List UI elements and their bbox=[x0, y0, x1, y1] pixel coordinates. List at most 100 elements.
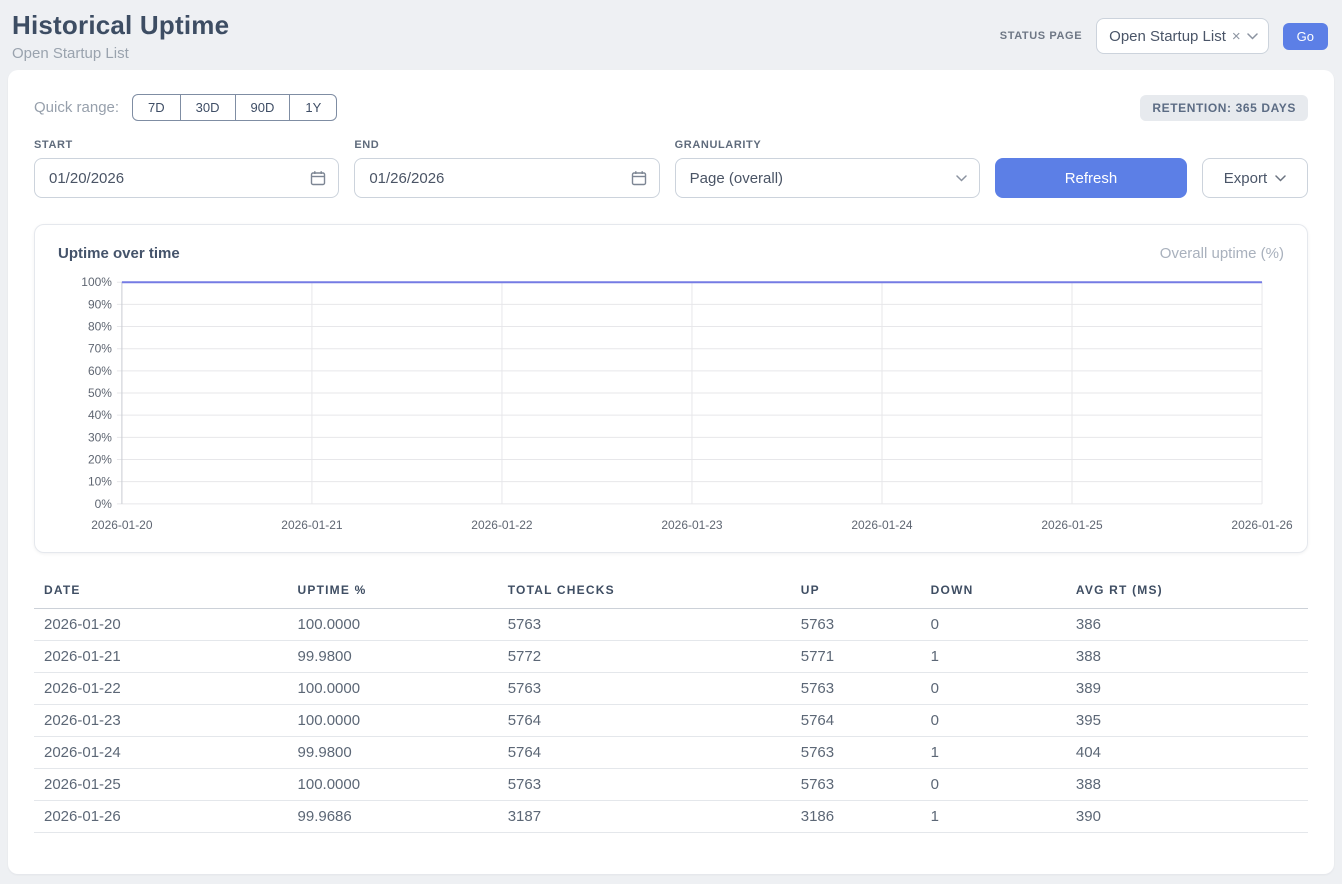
title-block: Historical Uptime Open Startup List bbox=[12, 10, 229, 62]
table-row: 2026-01-23100.0000576457640395 bbox=[34, 705, 1308, 737]
column-header-date: DATE bbox=[34, 577, 288, 609]
svg-text:2026-01-24: 2026-01-24 bbox=[851, 518, 913, 532]
table-cell: 5772 bbox=[498, 641, 791, 673]
table-cell: 404 bbox=[1066, 737, 1308, 769]
start-date-input[interactable]: 01/20/2026 bbox=[34, 158, 339, 198]
calendar-icon[interactable] bbox=[631, 170, 647, 186]
table-cell: 395 bbox=[1066, 705, 1308, 737]
quick-range-7d-button[interactable]: 7D bbox=[132, 94, 181, 121]
table-cell: 390 bbox=[1066, 801, 1308, 833]
table-cell: 5771 bbox=[791, 641, 921, 673]
clear-icon[interactable]: × bbox=[1232, 28, 1241, 45]
svg-text:2026-01-25: 2026-01-25 bbox=[1041, 518, 1103, 532]
table-row: 2026-01-2199.9800577257711388 bbox=[34, 641, 1308, 673]
column-header-total-checks: TOTAL CHECKS bbox=[498, 577, 791, 609]
table-row: 2026-01-2499.9800576457631404 bbox=[34, 737, 1308, 769]
svg-text:30%: 30% bbox=[88, 430, 112, 444]
svg-text:50%: 50% bbox=[88, 386, 112, 400]
table-cell: 2026-01-25 bbox=[34, 769, 288, 801]
granularity-value: Page (overall) bbox=[690, 170, 956, 187]
table-cell: 99.9800 bbox=[288, 641, 498, 673]
table-row: 2026-01-25100.0000576357630388 bbox=[34, 769, 1308, 801]
uptime-table: DATE UPTIME % TOTAL CHECKS UP DOWN AVG R… bbox=[34, 577, 1308, 833]
svg-text:2026-01-23: 2026-01-23 bbox=[661, 518, 723, 532]
quick-range-1y-button[interactable]: 1Y bbox=[289, 94, 337, 121]
column-header-uptime: UPTIME % bbox=[288, 577, 498, 609]
table-cell: 5763 bbox=[791, 673, 921, 705]
table-cell: 1 bbox=[921, 801, 1066, 833]
quick-range-90d-button[interactable]: 90D bbox=[235, 94, 291, 121]
export-button[interactable]: Export bbox=[1202, 158, 1308, 198]
end-date-value: 01/26/2026 bbox=[369, 170, 630, 187]
table-cell: 2026-01-24 bbox=[34, 737, 288, 769]
table-cell: 389 bbox=[1066, 673, 1308, 705]
table-cell: 386 bbox=[1066, 609, 1308, 641]
table-cell: 5763 bbox=[791, 769, 921, 801]
chart-card: Uptime over time Overall uptime (%) 0%10… bbox=[34, 224, 1308, 553]
status-page-label: STATUS PAGE bbox=[1000, 30, 1082, 42]
table-cell: 388 bbox=[1066, 641, 1308, 673]
end-date-input[interactable]: 01/26/2026 bbox=[354, 158, 659, 198]
svg-text:40%: 40% bbox=[88, 408, 112, 422]
table-header-row: DATE UPTIME % TOTAL CHECKS UP DOWN AVG R… bbox=[34, 577, 1308, 609]
export-label: Export bbox=[1224, 170, 1267, 187]
header-controls: STATUS PAGE Open Startup List × Go bbox=[1000, 18, 1328, 54]
table-cell: 5763 bbox=[791, 609, 921, 641]
end-date-field: END 01/26/2026 bbox=[354, 139, 659, 198]
svg-text:10%: 10% bbox=[88, 475, 112, 489]
table-cell: 2026-01-23 bbox=[34, 705, 288, 737]
filter-row: START 01/20/2026 END 01/26/2026 GRANULAR… bbox=[34, 139, 1308, 198]
table-cell: 3187 bbox=[498, 801, 791, 833]
uptime-table-body: 2026-01-20100.00005763576303862026-01-21… bbox=[34, 609, 1308, 833]
page-subtitle: Open Startup List bbox=[12, 45, 229, 62]
filters-panel: Quick range: 7D 30D 90D 1Y RETENTION: 36… bbox=[8, 70, 1334, 874]
table-row: 2026-01-2699.9686318731861390 bbox=[34, 801, 1308, 833]
calendar-icon[interactable] bbox=[310, 170, 326, 186]
column-header-avg-rt: AVG RT (MS) bbox=[1066, 577, 1308, 609]
quick-range-label: Quick range: bbox=[34, 99, 119, 116]
quick-range-30d-button[interactable]: 30D bbox=[180, 94, 236, 121]
go-button[interactable]: Go bbox=[1283, 23, 1328, 50]
svg-text:60%: 60% bbox=[88, 364, 112, 378]
chevron-down-icon bbox=[1247, 33, 1258, 40]
table-cell: 100.0000 bbox=[288, 769, 498, 801]
svg-text:20%: 20% bbox=[88, 453, 112, 467]
table-cell: 100.0000 bbox=[288, 609, 498, 641]
chevron-down-icon bbox=[1275, 175, 1286, 182]
svg-text:80%: 80% bbox=[88, 320, 112, 334]
table-cell: 2026-01-21 bbox=[34, 641, 288, 673]
table-cell: 5764 bbox=[791, 705, 921, 737]
granularity-field: GRANULARITY Page (overall) bbox=[675, 139, 980, 198]
refresh-button[interactable]: Refresh bbox=[995, 158, 1187, 198]
start-label: START bbox=[34, 139, 339, 151]
table-cell: 5764 bbox=[498, 705, 791, 737]
table-cell: 388 bbox=[1066, 769, 1308, 801]
granularity-select[interactable]: Page (overall) bbox=[675, 158, 980, 198]
end-label: END bbox=[354, 139, 659, 151]
svg-text:70%: 70% bbox=[88, 342, 112, 356]
status-page-select[interactable]: Open Startup List × bbox=[1096, 18, 1269, 54]
table-cell: 0 bbox=[921, 673, 1066, 705]
svg-text:2026-01-26: 2026-01-26 bbox=[1231, 518, 1293, 532]
table-cell: 0 bbox=[921, 705, 1066, 737]
table-row: 2026-01-22100.0000576357630389 bbox=[34, 673, 1308, 705]
table-row: 2026-01-20100.0000576357630386 bbox=[34, 609, 1308, 641]
table-cell: 5763 bbox=[498, 769, 791, 801]
start-date-field: START 01/20/2026 bbox=[34, 139, 339, 198]
page-header: Historical Uptime Open Startup List STAT… bbox=[0, 0, 1342, 70]
table-cell: 2026-01-20 bbox=[34, 609, 288, 641]
svg-text:90%: 90% bbox=[88, 297, 112, 311]
table-cell: 99.9800 bbox=[288, 737, 498, 769]
svg-text:2026-01-20: 2026-01-20 bbox=[91, 518, 153, 532]
table-cell: 2026-01-26 bbox=[34, 801, 288, 833]
table-cell: 1 bbox=[921, 641, 1066, 673]
table-cell: 1 bbox=[921, 737, 1066, 769]
status-page-value: Open Startup List bbox=[1109, 28, 1226, 45]
chart-legend: Overall uptime (%) bbox=[1160, 245, 1284, 262]
uptime-chart: 0%10%20%30%40%50%60%70%80%90%100%2026-01… bbox=[58, 274, 1284, 538]
svg-text:100%: 100% bbox=[81, 275, 112, 289]
page-title: Historical Uptime bbox=[12, 10, 229, 41]
table-cell: 0 bbox=[921, 609, 1066, 641]
table-cell: 3186 bbox=[791, 801, 921, 833]
column-header-down: DOWN bbox=[921, 577, 1066, 609]
